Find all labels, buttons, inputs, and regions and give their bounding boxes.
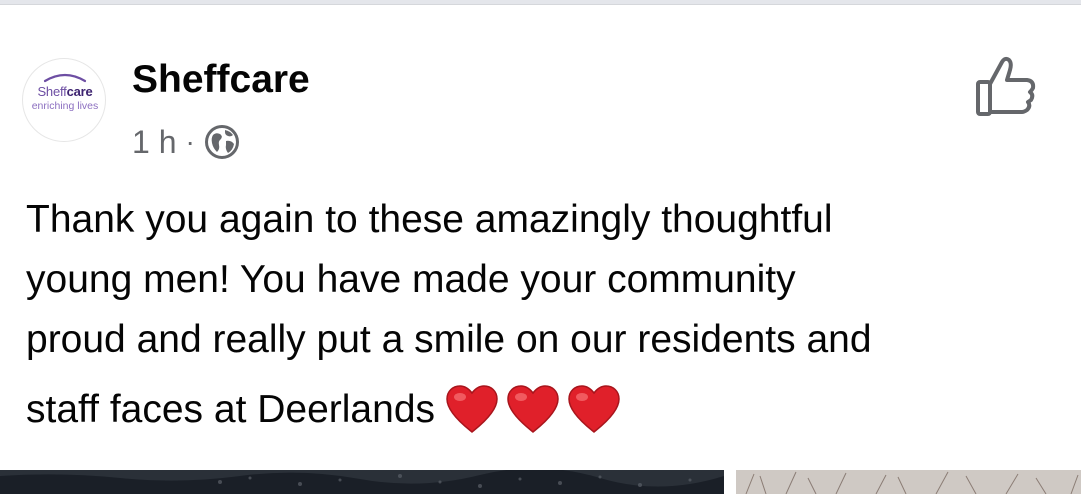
- top-divider: [0, 0, 1081, 5]
- logo-word-part1: Sheff: [37, 84, 67, 99]
- heart-icon: [504, 382, 562, 436]
- post-text-line: staff faces at Deerlands: [26, 388, 436, 431]
- post-text-line: young men! You have made your community: [26, 258, 796, 301]
- post-text-last-line: staff faces at Deerlands: [26, 370, 1066, 450]
- photo-texture: [736, 470, 1081, 494]
- post-body: Thank you again to these amazingly thoug…: [26, 190, 1066, 450]
- post-meta: 1 h ·: [132, 122, 240, 162]
- logo-word-part2: care: [66, 84, 93, 99]
- post-text-line: Thank you again to these amazingly thoug…: [26, 198, 833, 241]
- post-photo-left[interactable]: [0, 470, 724, 494]
- avatar[interactable]: Sheffcare enriching lives: [22, 58, 106, 142]
- post-text-line: proud and really put a smile on our resi…: [26, 318, 872, 361]
- post-photo-right[interactable]: [736, 470, 1081, 494]
- logo-tagline: enriching lives: [31, 100, 99, 112]
- thumbs-up-icon: [976, 56, 1036, 116]
- photo-texture: [0, 470, 724, 494]
- logo-wordmark: Sheffcare: [23, 84, 105, 99]
- heart-icon: [565, 382, 623, 436]
- heart-icon: [443, 382, 501, 436]
- post-timestamp[interactable]: 1 h: [132, 122, 176, 162]
- meta-separator: ·: [185, 126, 195, 157]
- globe-icon[interactable]: [204, 124, 240, 160]
- author-name[interactable]: Sheffcare: [132, 58, 310, 102]
- like-button[interactable]: [972, 52, 1040, 120]
- emoji-row: [443, 382, 626, 436]
